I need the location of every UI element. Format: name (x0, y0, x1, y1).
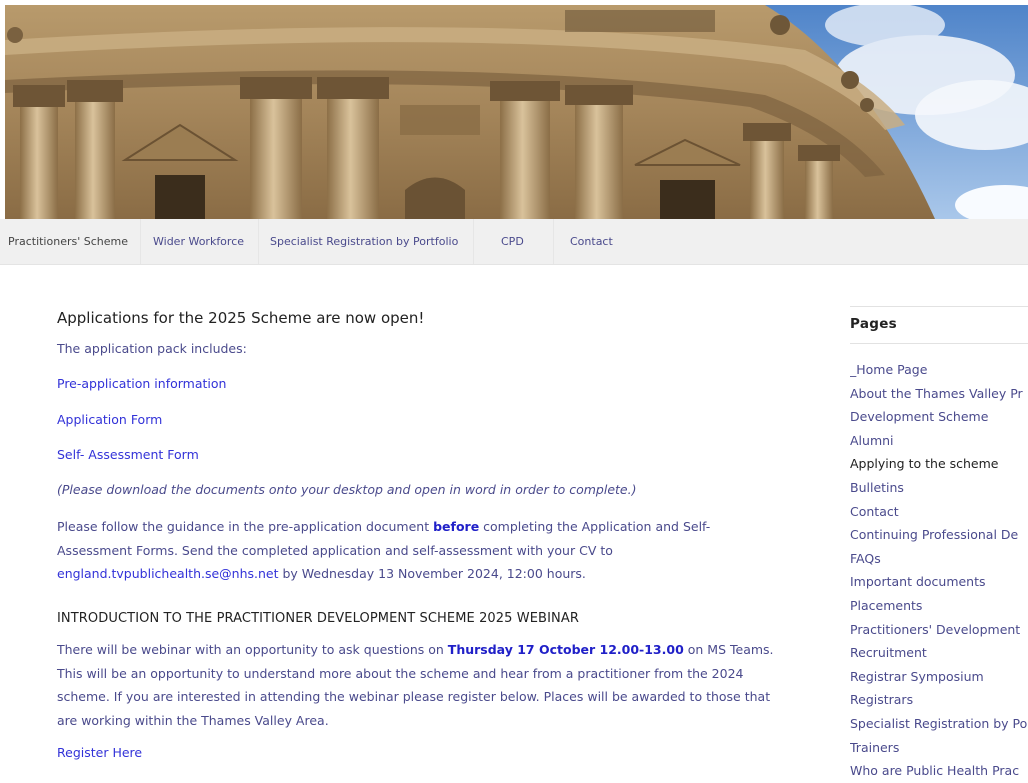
pre-application-link[interactable]: Pre-application information (57, 376, 226, 391)
guidance-text-3: by Wednesday 13 November 2024, 12:00 hou… (278, 566, 586, 581)
sidebar-item-recruitment[interactable]: Recruitment (850, 641, 1028, 665)
sidebar-item-registrar-symposium[interactable]: Registrar Symposium (850, 665, 1028, 689)
nav-item-contact[interactable]: Contact (570, 219, 613, 264)
webinar-heading: INTRODUCTION TO THE PRACTITIONER DEVELOP… (57, 611, 579, 626)
sidebar-item-applying[interactable]: Applying to the scheme (850, 452, 1028, 476)
sidebar-item-home[interactable]: _Home Page (850, 358, 1028, 382)
application-form-link[interactable]: Application Form (57, 412, 162, 427)
page-heading: Applications for the 2025 Scheme are now… (57, 309, 425, 327)
sidebar-item-about[interactable]: About the Thames Valley Pr (850, 382, 1028, 406)
sidebar-item-bulletins[interactable]: Bulletins (850, 476, 1028, 500)
sidebar-item-trainers[interactable]: Trainers (850, 736, 1028, 760)
intro-text: The application pack includes: (57, 341, 247, 356)
guidance-text-1: Please follow the guidance in the pre-ap… (57, 519, 434, 534)
main-nav: Practitioners' Scheme Wider Workforce Sp… (0, 219, 1028, 265)
register-link[interactable]: Register Here (57, 745, 142, 760)
sidebar-item-contact[interactable]: Contact (850, 500, 1028, 524)
sidebar-pages-list: _Home Page About the Thames Valley Pr De… (850, 358, 1028, 783)
sidebar-title-rule (850, 343, 1028, 344)
nav-divider (553, 219, 554, 264)
sidebar-item-alumni[interactable]: Alumni (850, 429, 1028, 453)
webinar-date: Thursday 17 October 12.00-13.00 (447, 642, 684, 657)
nav-item-cpd[interactable]: CPD (501, 219, 524, 264)
sidebar-item-important-documents[interactable]: Important documents (850, 570, 1028, 594)
nav-divider (140, 219, 141, 264)
sidebar-item-about-continued[interactable]: Development Scheme (850, 405, 1028, 429)
self-assessment-form-link[interactable]: Self- Assessment Form (57, 447, 199, 462)
nav-divider (258, 219, 259, 264)
sidebar-item-placements[interactable]: Placements (850, 594, 1028, 618)
sidebar-item-practitioners-development[interactable]: Practitioners' Development (850, 618, 1028, 642)
sidebar-item-cpd[interactable]: Continuing Professional De (850, 523, 1028, 547)
sidebar-item-faqs[interactable]: FAQs (850, 547, 1028, 571)
guidance-paragraph: Please follow the guidance in the pre-ap… (57, 515, 777, 586)
download-note: (Please download the documents onto your… (57, 482, 637, 497)
sidebar-title: Pages (850, 316, 897, 332)
nav-divider (473, 219, 474, 264)
webinar-paragraph: There will be webinar with an opportunit… (57, 638, 777, 732)
webinar-text-1: There will be webinar with an opportunit… (57, 642, 448, 657)
guidance-bold: before (433, 519, 480, 534)
nav-item-wider-workforce[interactable]: Wider Workforce (153, 219, 244, 264)
sidebar-item-registrars[interactable]: Registrars (850, 688, 1028, 712)
email-link[interactable]: england.tvpublichealth.se@nhs.net (57, 566, 279, 581)
sidebar-item-who-are-practitioners[interactable]: Who are Public Health Prac (850, 759, 1028, 783)
sidebar-top-rule (850, 306, 1028, 307)
nav-item-practitioners-scheme[interactable]: Practitioners' Scheme (8, 219, 128, 264)
nav-item-specialist-registration[interactable]: Specialist Registration by Portfolio (270, 219, 458, 264)
sidebar-item-specialist-registration[interactable]: Specialist Registration by Po (850, 712, 1028, 736)
header-banner-image (5, 5, 1028, 219)
